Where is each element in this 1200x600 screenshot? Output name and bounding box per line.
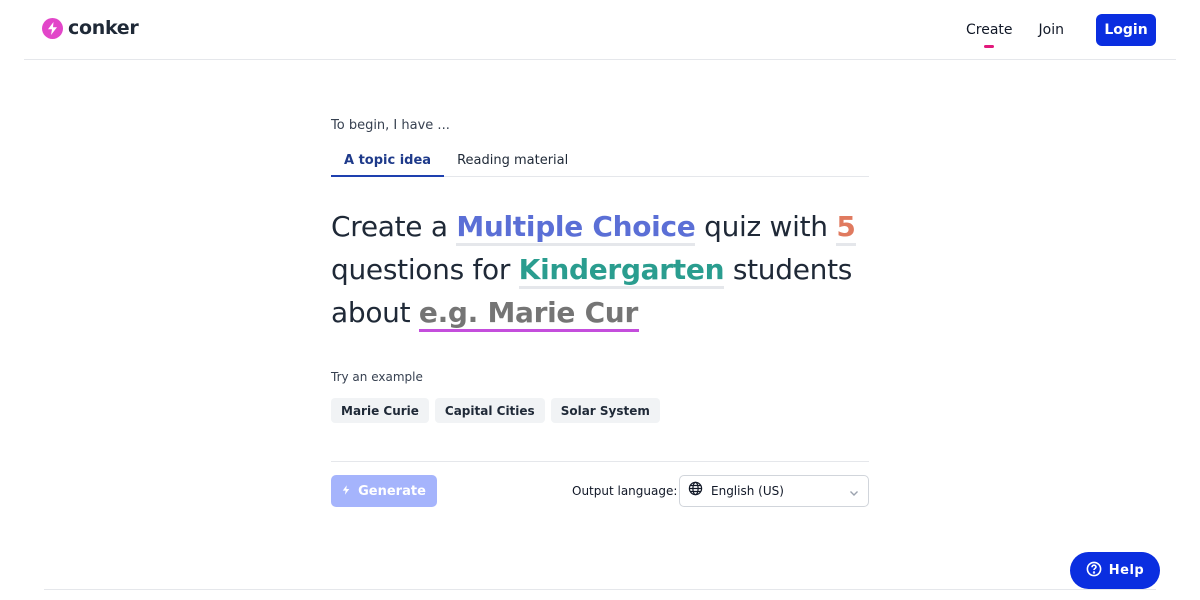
example-chip-solar-system[interactable]: Solar System xyxy=(550,398,660,423)
quiz-builder: To begin, I have ... A topic idea Readin… xyxy=(331,110,869,507)
lightning-icon xyxy=(42,17,63,39)
output-language-value: English (US) xyxy=(711,484,784,498)
sentence-text: about xyxy=(331,296,411,329)
intro-text: To begin, I have ... xyxy=(331,118,450,133)
action-row: Generate Output language: English (US) xyxy=(331,475,869,507)
active-indicator xyxy=(984,45,995,48)
grade-selector[interactable]: Kindergarten xyxy=(518,253,725,289)
top-nav: Create Join Login xyxy=(966,14,1156,48)
nav-create-link[interactable]: Create xyxy=(966,16,1013,48)
output-language-label: Output language: xyxy=(572,484,678,498)
sentence-text: questions for xyxy=(331,253,511,286)
output-language-select[interactable]: English (US) xyxy=(679,475,869,507)
source-tabs: A topic idea Reading material xyxy=(331,153,869,177)
nav-create-label: Create xyxy=(966,22,1013,38)
footer-divider xyxy=(44,589,1156,590)
help-label: Help xyxy=(1108,563,1145,578)
sentence-text: quiz with xyxy=(704,210,828,243)
question-circle-icon xyxy=(1086,561,1102,581)
help-button[interactable]: Help xyxy=(1070,552,1160,589)
login-button[interactable]: Login xyxy=(1096,14,1156,46)
generate-button[interactable]: Generate xyxy=(331,475,437,507)
quiz-type-selector[interactable]: Multiple Choice xyxy=(456,210,696,246)
example-chip-capital-cities[interactable]: Capital Cities xyxy=(434,398,545,423)
topic-input[interactable] xyxy=(418,296,639,332)
tab-reading-material[interactable]: Reading material xyxy=(444,153,581,177)
sentence-text: students xyxy=(732,253,853,286)
sentence-text: Create a xyxy=(331,210,448,243)
brand-logo[interactable]: conker xyxy=(42,17,139,39)
generate-label: Generate xyxy=(358,483,426,499)
question-count-selector[interactable]: 5 xyxy=(836,210,856,246)
chevron-down-icon xyxy=(848,486,860,504)
quiz-sentence: Create a Multiple Choice quiz with 5 que… xyxy=(331,205,869,334)
tab-topic-idea[interactable]: A topic idea xyxy=(331,153,445,177)
example-chips: Marie Curie Capital Cities Solar System xyxy=(331,398,869,423)
brand-name: conker xyxy=(68,17,139,39)
top-header: conker Create Join Login xyxy=(24,0,1176,60)
globe-icon xyxy=(688,481,703,501)
nav-join-link[interactable]: Join xyxy=(1039,16,1064,44)
divider xyxy=(331,461,869,462)
lightning-icon xyxy=(342,484,350,499)
example-chip-marie-curie[interactable]: Marie Curie xyxy=(331,398,429,423)
examples-label: Try an example xyxy=(331,370,423,384)
